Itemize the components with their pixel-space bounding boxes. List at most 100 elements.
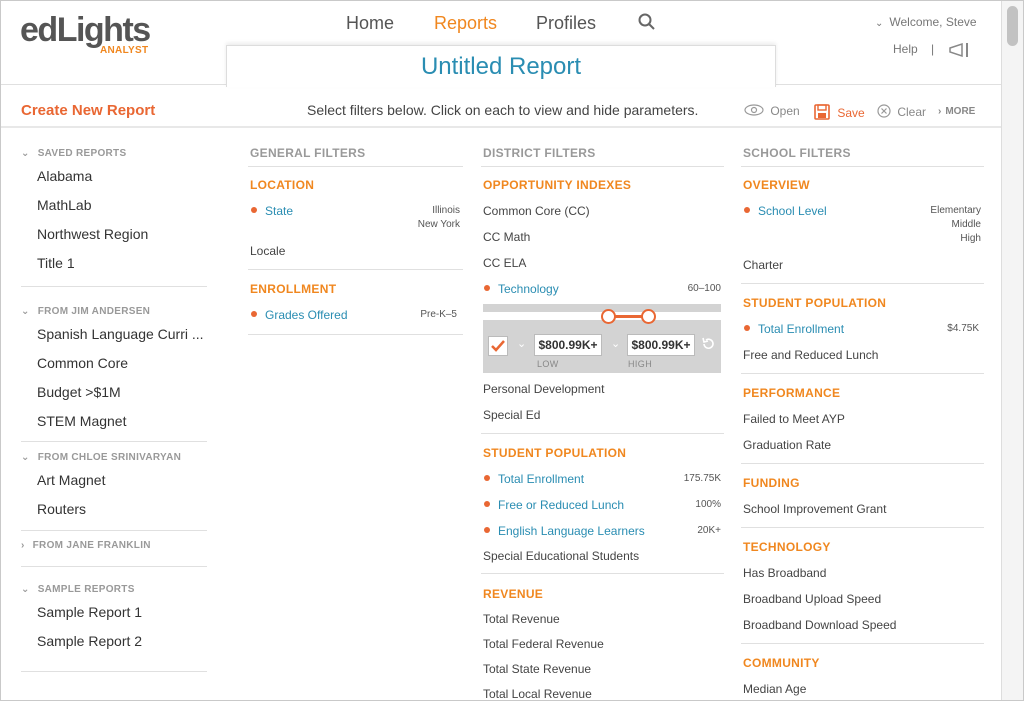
reset-icon[interactable] bbox=[701, 337, 715, 356]
filter-value: High bbox=[960, 233, 981, 244]
shared-report-link[interactable]: Routers bbox=[37, 501, 86, 517]
school-student-population-heading[interactable]: STUDENT POPULATION bbox=[743, 296, 886, 310]
chevron-down-icon: ⌄ bbox=[21, 306, 30, 317]
range-slider-high-handle[interactable] bbox=[641, 309, 656, 324]
filter-total-local-revenue[interactable]: Total Local Revenue bbox=[483, 687, 592, 700]
open-button[interactable]: Open bbox=[744, 104, 800, 118]
filter-cc-ela[interactable]: CC ELA bbox=[483, 256, 526, 270]
saved-report-link[interactable]: Northwest Region bbox=[37, 226, 148, 242]
shared-report-link[interactable]: STEM Magnet bbox=[37, 413, 126, 429]
high-value-input[interactable]: $800.99K+ bbox=[627, 334, 695, 356]
filter-total-enrollment[interactable]: Total Enrollment bbox=[498, 472, 584, 486]
student-population-heading[interactable]: STUDENT POPULATION bbox=[483, 446, 626, 460]
report-title-tab[interactable]: Untitled Report bbox=[226, 45, 776, 87]
app-window: edLights ANALYST Home Reports Profiles ⌄… bbox=[0, 0, 1024, 701]
filter-value: Illinois bbox=[432, 205, 460, 216]
filter-total-federal-revenue[interactable]: Total Federal Revenue bbox=[483, 637, 604, 651]
technology-heading[interactable]: TECHNOLOGY bbox=[743, 540, 831, 554]
saved-report-link[interactable]: MathLab bbox=[37, 197, 91, 213]
filter-english-language-learners[interactable]: English Language Learners bbox=[498, 524, 645, 538]
filter-failed-to-meet-ayp[interactable]: Failed to Meet AYP bbox=[743, 412, 845, 426]
divider bbox=[741, 463, 984, 464]
saved-reports-heading[interactable]: ⌄ SAVED REPORTS bbox=[21, 148, 126, 159]
selected-dot-icon bbox=[484, 527, 490, 533]
filter-broadband-upload-speed[interactable]: Broadband Upload Speed bbox=[743, 592, 881, 606]
sample-report-link[interactable]: Sample Report 1 bbox=[37, 604, 142, 620]
from-jane-heading[interactable]: › FROM JANE FRANKLIN bbox=[21, 540, 151, 551]
shared-report-link[interactable]: Budget >$1M bbox=[37, 384, 121, 400]
filter-value: Middle bbox=[951, 219, 981, 230]
funding-heading[interactable]: FUNDING bbox=[743, 476, 800, 490]
divider bbox=[481, 433, 724, 434]
chevron-down-icon[interactable]: ⌄ bbox=[611, 337, 620, 350]
filter-median-age[interactable]: Median Age bbox=[743, 682, 806, 696]
megaphone-icon[interactable] bbox=[948, 42, 972, 63]
saved-report-link[interactable]: Alabama bbox=[37, 168, 92, 184]
revenue-heading[interactable]: REVENUE bbox=[483, 587, 543, 601]
filter-grades-offered[interactable]: Grades Offered bbox=[265, 308, 348, 322]
filter-total-state-revenue[interactable]: Total State Revenue bbox=[483, 662, 591, 676]
filter-school-level[interactable]: School Level bbox=[758, 204, 827, 218]
save-button[interactable]: Save bbox=[814, 104, 865, 120]
filter-special-ed[interactable]: Special Ed bbox=[483, 408, 540, 422]
divider bbox=[248, 269, 463, 270]
performance-heading[interactable]: PERFORMANCE bbox=[743, 386, 840, 400]
filter-school-total-enrollment[interactable]: Total Enrollment bbox=[758, 322, 844, 336]
report-title[interactable]: Untitled Report bbox=[421, 53, 581, 80]
filter-special-educational-students[interactable]: Special Educational Students bbox=[483, 549, 639, 563]
selected-dot-icon bbox=[744, 207, 750, 213]
create-new-report-link[interactable]: Create New Report bbox=[21, 102, 155, 119]
more-button[interactable]: › MORE bbox=[938, 106, 975, 117]
saved-report-link[interactable]: Title 1 bbox=[37, 255, 75, 271]
filter-charter[interactable]: Charter bbox=[743, 258, 783, 272]
filter-total-revenue[interactable]: Total Revenue bbox=[483, 612, 560, 626]
filter-value: 60–100 bbox=[687, 283, 721, 294]
scrollbar-thumb[interactable] bbox=[1007, 6, 1018, 46]
clear-button[interactable]: Clear bbox=[877, 104, 926, 119]
overview-heading[interactable]: OVERVIEW bbox=[743, 178, 810, 192]
selected-dot-icon bbox=[251, 311, 257, 317]
shared-report-link[interactable]: Art Magnet bbox=[37, 472, 105, 488]
filter-common-core[interactable]: Common Core (CC) bbox=[483, 204, 590, 218]
filter-locale[interactable]: Locale bbox=[250, 244, 285, 258]
divider bbox=[481, 166, 724, 167]
filter-has-broadband[interactable]: Has Broadband bbox=[743, 566, 826, 580]
divider bbox=[741, 283, 984, 284]
chevron-right-icon: › bbox=[21, 540, 25, 551]
filter-free-and-reduced-lunch[interactable]: Free and Reduced Lunch bbox=[743, 348, 878, 362]
divider bbox=[21, 530, 207, 531]
range-slider-low-handle[interactable] bbox=[601, 309, 616, 324]
chevron-down-icon[interactable]: ⌄ bbox=[517, 337, 526, 350]
nav-profiles[interactable]: Profiles bbox=[536, 13, 596, 34]
shared-report-link[interactable]: Spanish Language Curri ... bbox=[37, 326, 204, 342]
enrollment-heading[interactable]: ENROLLMENT bbox=[250, 282, 336, 296]
nav-reports[interactable]: Reports bbox=[434, 13, 497, 34]
filter-personal-development[interactable]: Personal Development bbox=[483, 382, 604, 396]
sample-report-link[interactable]: Sample Report 2 bbox=[37, 633, 142, 649]
filter-technology[interactable]: Technology bbox=[498, 282, 559, 296]
low-value-input[interactable]: $800.99K+ bbox=[534, 334, 602, 356]
opportunity-indexes-heading[interactable]: OPPORTUNITY INDEXES bbox=[483, 178, 631, 192]
filter-value: Pre-K–5 bbox=[420, 309, 457, 320]
from-jim-heading[interactable]: ⌄ FROM JIM ANDERSEN bbox=[21, 306, 150, 317]
logo[interactable]: edLights ANALYST bbox=[20, 13, 151, 56]
sample-reports-heading[interactable]: ⌄ SAMPLE REPORTS bbox=[21, 584, 135, 595]
filter-graduation-rate[interactable]: Graduation Rate bbox=[743, 438, 831, 452]
help-link[interactable]: Help bbox=[893, 42, 918, 56]
filter-state[interactable]: State bbox=[265, 204, 293, 218]
from-chloe-heading[interactable]: ⌄ FROM CHLOE SRINIVARYAN bbox=[21, 452, 181, 463]
shared-report-link[interactable]: Common Core bbox=[37, 355, 128, 371]
community-heading[interactable]: COMMUNITY bbox=[743, 656, 820, 670]
scrollbar[interactable] bbox=[1001, 1, 1023, 700]
filter-broadband-download-speed[interactable]: Broadband Download Speed bbox=[743, 618, 896, 632]
search-icon[interactable] bbox=[638, 13, 656, 36]
filter-value: New York bbox=[417, 219, 460, 230]
divider bbox=[248, 334, 463, 335]
filter-school-improvement-grant[interactable]: School Improvement Grant bbox=[743, 502, 886, 516]
location-heading[interactable]: LOCATION bbox=[250, 178, 314, 192]
filter-free-reduced-lunch[interactable]: Free or Reduced Lunch bbox=[498, 498, 624, 512]
nav-home[interactable]: Home bbox=[346, 13, 394, 34]
apply-checkbox[interactable] bbox=[488, 336, 508, 356]
filter-cc-math[interactable]: CC Math bbox=[483, 230, 530, 244]
user-menu[interactable]: ⌄ Welcome, Steve bbox=[875, 15, 977, 29]
